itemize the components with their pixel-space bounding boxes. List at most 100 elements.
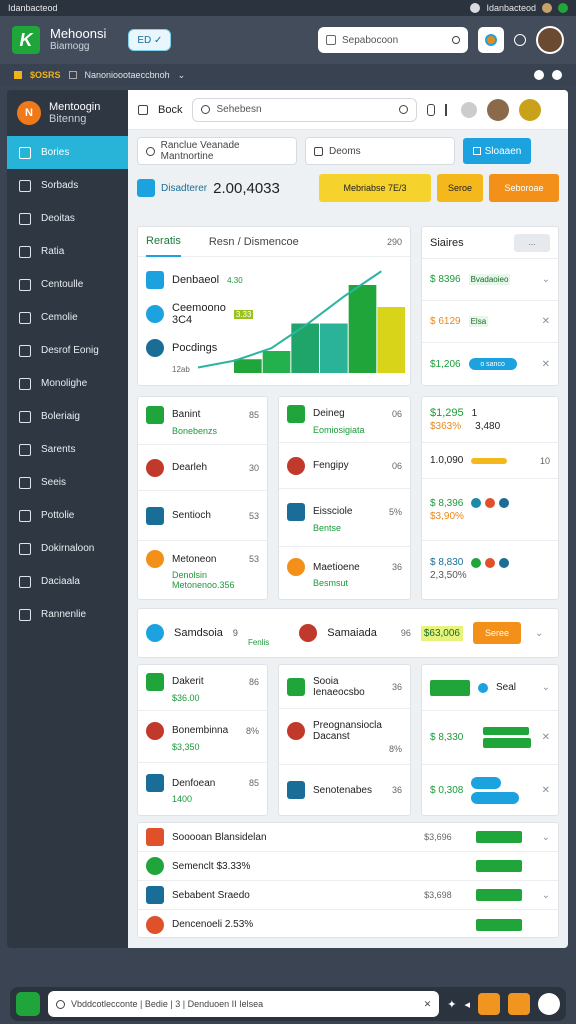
close-icon[interactable]: ✕ <box>542 359 550 370</box>
chevron-down-icon[interactable]: ⌄ <box>535 628 543 639</box>
sidebar-item-label: Sarents <box>41 444 76 455</box>
bottom-row[interactable]: Sebabent Sraedo $3,698 ⌄ <box>138 881 558 910</box>
app-header: K Mehoonsi Biamogg ED ✓ Sepabocoon <box>0 16 576 64</box>
list-item[interactable]: Banint 85 Bonebenzs <box>138 397 267 445</box>
sidebar-item[interactable]: Pottolie <box>7 499 128 532</box>
sidebar-item[interactable]: Cemolie <box>7 301 128 334</box>
list-item[interactable]: Preognansiocla Dacanst 8% <box>279 709 410 765</box>
sidebar-item-icon <box>19 443 31 456</box>
chevron-down-icon[interactable]: ⌄ <box>178 70 186 81</box>
sidebar-item[interactable]: Bories <box>7 136 128 169</box>
avatar-2[interactable] <box>487 98 510 121</box>
list-item-num: 36 <box>391 785 402 795</box>
list-item-num: 8% <box>388 743 402 754</box>
sidebar-item[interactable]: Monolighe <box>7 367 128 400</box>
kpi-label: Disadterer <box>161 182 208 194</box>
search-icon <box>326 35 336 45</box>
summary-more-button[interactable]: ... <box>514 233 550 252</box>
bottom-row[interactable]: Dencenoeli 2.53% <box>138 910 558 939</box>
user-icon[interactable] <box>461 101 478 118</box>
list-item[interactable]: Eissciole 5% Bentse <box>279 489 410 547</box>
bookmark-icon[interactable] <box>427 103 436 116</box>
flag-ball-icon <box>299 624 318 642</box>
kpi-button-3[interactable]: Seboroae <box>489 174 559 202</box>
close-icon[interactable] <box>552 70 562 80</box>
tab-resn[interactable]: Resn / Dismencoe <box>209 236 299 248</box>
sidebar-item[interactable]: Rannenlie <box>7 598 128 631</box>
play-icon[interactable] <box>534 70 544 80</box>
settings-icon[interactable] <box>558 3 568 13</box>
sidebar-item[interactable]: Sorbads <box>7 169 128 202</box>
chevron-down-icon[interactable]: ⌄ <box>542 274 550 285</box>
tab-reratis[interactable]: Reratis <box>146 227 181 257</box>
notification-button[interactable] <box>478 27 504 53</box>
close-icon[interactable]: ✕ <box>542 732 550 743</box>
avatar-3[interactable] <box>519 98 542 121</box>
sidebar-item[interactable]: Seeis <box>7 466 128 499</box>
bottom-row[interactable]: Semenclt $3.33% <box>138 852 558 881</box>
sidebar-item[interactable]: Deoitas <box>7 202 128 235</box>
search-icon <box>56 999 65 1009</box>
breadcrumb[interactable]: Nanonioootaeccbnoh <box>85 70 170 80</box>
list-item[interactable]: Maetioene 36 Besmsut <box>279 547 410 599</box>
chevron-down-icon[interactable]: ⌄ <box>542 682 550 693</box>
list-item[interactable]: Dearleh 30 <box>138 445 267 491</box>
green-button[interactable] <box>430 679 470 696</box>
sidebar-item[interactable]: Boleriaig <box>7 400 128 433</box>
orange-app-1[interactable] <box>478 993 500 1015</box>
list-item-label: Eissciole <box>313 506 353 517</box>
list-item[interactable]: Bonembinna 8% $3,350 <box>138 711 267 763</box>
sidebar-item[interactable]: Sarents <box>7 433 128 466</box>
sidebar-item[interactable]: Daciaala <box>7 565 128 598</box>
bottom-card: Sooooan Blansidelan $3,696 ⌄ Semenclt $3.33… <box>137 822 559 938</box>
sidebar-item[interactable]: Ratia <box>7 235 128 268</box>
header-pill[interactable]: ED ✓ <box>128 29 172 51</box>
header-search[interactable]: Sepabocoon <box>318 27 468 53</box>
list-item[interactable]: Dakerit 86 $36.00 <box>138 665 267 711</box>
kpi-button-2[interactable]: Seroe <box>437 174 483 202</box>
orange-app-2[interactable] <box>508 993 530 1015</box>
bottom-row[interactable]: Sooooan Blansidelan $3,696 ⌄ <box>138 823 558 852</box>
filter-search-input[interactable]: Ranclue Veanade Mantnortine <box>137 137 297 165</box>
chevron-down-icon[interactable]: ⌄ <box>542 832 550 843</box>
pin-icon[interactable]: ✦ <box>447 998 456 1011</box>
tools-icon[interactable]: ✕ <box>424 999 432 1010</box>
list-item-icon <box>146 506 164 525</box>
sidebar-item[interactable]: Centoulle <box>7 268 128 301</box>
menu-icon[interactable] <box>16 992 40 1016</box>
help-icon[interactable] <box>514 34 526 46</box>
sidebar-item-icon <box>19 311 31 324</box>
list-item[interactable]: Fengipy 06 <box>279 443 410 489</box>
dock-search[interactable]: Vbddcotlecconte | Bedie | 3 | Denduoen I… <box>48 991 440 1017</box>
sidebar-item-icon <box>19 575 31 588</box>
list-item-label: Preognansiocla Dacanst <box>313 719 382 742</box>
settings-icon[interactable] <box>538 993 560 1015</box>
list-item[interactable]: Deineg 06 Eomiosigiata <box>279 397 410 443</box>
chevron-down-icon[interactable]: ⌄ <box>542 890 550 901</box>
sidebar-item-icon <box>19 476 31 489</box>
list-item-label: Denfoean <box>172 777 216 789</box>
date-input[interactable]: Deoms <box>305 137 455 165</box>
list-item[interactable]: Sooia Ienaeocsbo 36 <box>279 665 410 709</box>
back-link[interactable]: Bock <box>158 104 182 116</box>
user-avatar[interactable] <box>536 26 564 54</box>
list-item[interactable]: Senotenabes 36 <box>279 765 410 815</box>
list-item-label: Metoneon <box>172 553 217 565</box>
list-item-label: Senotenabes <box>313 784 372 796</box>
filter-button[interactable]: Sloaaen <box>463 138 531 164</box>
chart-rows: Denbaeol 4.30 Ceemoono 3C4 3.33 Pocdings… <box>146 263 254 374</box>
sidebar-item[interactable]: Desrof Eonig <box>7 334 128 367</box>
close-icon[interactable]: ✕ <box>542 316 550 327</box>
back-icon[interactable]: ◂ <box>464 998 470 1011</box>
close-icon[interactable]: ✕ <box>542 785 550 796</box>
list-item[interactable]: Sentioch 53 <box>138 491 267 541</box>
list-item[interactable]: Denfoean 85 1400 <box>138 763 267 815</box>
action-b: $ 8,330 <box>430 732 464 743</box>
list-item[interactable]: Metoneon 53 Denolsin Metonenoo.356 <box>138 541 267 599</box>
sub-bar: $OSRS Nanonioootaeccbnoh ⌄ <box>0 64 576 86</box>
home-icon[interactable] <box>138 104 148 115</box>
strip-button[interactable]: Seree <box>473 622 522 644</box>
sidebar-item[interactable]: Dokirnaloon <box>7 532 128 565</box>
kpi-button-1[interactable]: Mebriabse 7E/3 <box>319 174 431 202</box>
main-search[interactable]: Sehebesn <box>192 97 418 122</box>
